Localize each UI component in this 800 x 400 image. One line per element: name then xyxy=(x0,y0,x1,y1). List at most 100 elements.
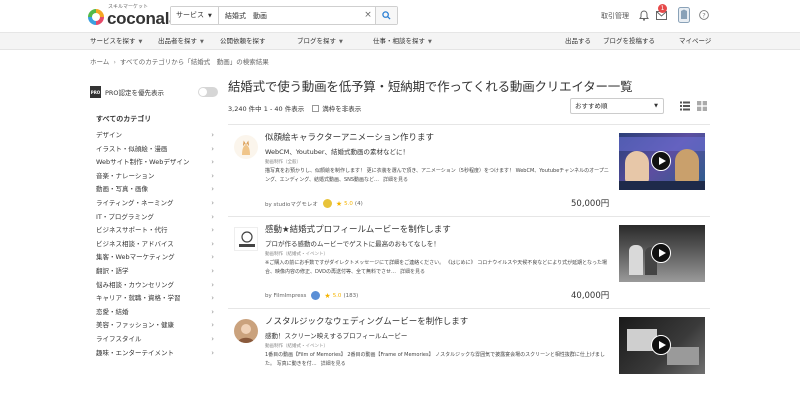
listing-category: 動画制作（全般） xyxy=(265,160,301,165)
profile-photo-icon xyxy=(238,324,254,343)
seller-avatar[interactable] xyxy=(234,135,258,159)
star-icon: ★ xyxy=(324,291,331,300)
nav-find-sellers[interactable]: 出品者を探す ▼ xyxy=(158,33,204,50)
nav-find-requests[interactable]: 公開依頼を探す xyxy=(220,33,266,50)
pro-filter-row: PRO PRO認定を優先表示 xyxy=(90,84,218,100)
list-view-icon[interactable] xyxy=(680,101,690,111)
play-icon[interactable] xyxy=(651,335,671,355)
category-item[interactable]: 翻訳・語学 › xyxy=(96,265,218,279)
listing-body-text: 1番目の動画【Film of Memories】 2番目の動画【Frame of… xyxy=(265,352,605,367)
category-label: ライフスタイル xyxy=(96,334,142,343)
logo-text: coconala xyxy=(107,9,179,28)
read-more-link[interactable]: 詳細を見る xyxy=(321,361,346,367)
chevron-down-icon: ▼ xyxy=(200,39,204,45)
chevron-right-icon: › xyxy=(211,253,214,262)
seller-rank-medal-icon xyxy=(311,291,321,300)
hide-full-checkbox[interactable] xyxy=(312,104,320,112)
breadcrumb-separator-icon: › xyxy=(113,58,116,66)
pro-filter-label: PRO認定を優先表示 xyxy=(105,89,165,97)
preview-video[interactable] xyxy=(619,317,705,374)
seller-avatar[interactable] xyxy=(234,319,258,343)
category-item[interactable]: IT・プログラミング › xyxy=(96,211,218,225)
breadcrumb-home[interactable]: ホーム xyxy=(90,58,109,66)
category-item[interactable]: キャリア・就職・資格・学習 › xyxy=(96,292,218,306)
search-button[interactable] xyxy=(375,7,397,24)
chevron-down-icon: ▼ xyxy=(208,13,212,19)
category-item[interactable]: イラスト・似顔絵・漫画 › xyxy=(96,143,218,157)
category-item[interactable]: ビジネスサポート・代行 › xyxy=(96,224,218,238)
coconala-logo[interactable]: スキルマーケット coconala xyxy=(88,4,179,29)
play-icon[interactable] xyxy=(651,151,671,171)
sort-select[interactable]: おすすめ順 ▼ xyxy=(570,98,664,114)
category-item[interactable]: ビジネス相談・アドバイス › xyxy=(96,238,218,252)
preview-video[interactable] xyxy=(619,133,705,190)
avatar-icon[interactable] xyxy=(678,7,690,23)
nav-post-blog[interactable]: ブログを投稿する xyxy=(603,33,655,50)
category-list: デザイン › イラスト・似顔絵・漫画 › Webサイト制作・Webデザイン › 音楽・… xyxy=(96,129,218,360)
listing-meta: by studioマグモレオ ★ 5.0 (4) xyxy=(265,199,363,208)
seller-avatar[interactable] xyxy=(234,227,258,251)
seller-name[interactable]: by FilmImpress xyxy=(265,293,306,299)
category-item[interactable]: 趣味・エンターテイメント › xyxy=(96,347,218,361)
nav-label: 仕事・相談を探す xyxy=(373,37,425,45)
help-icon[interactable]: ? xyxy=(699,10,709,20)
listing-title[interactable]: 感動★結婚式プロフィールムービーを制作します xyxy=(265,223,451,235)
category-item[interactable]: 集客・Webマーケティング › xyxy=(96,251,218,265)
category-item[interactable]: ライフスタイル › xyxy=(96,333,218,347)
read-more-link[interactable]: 詳細を見る xyxy=(400,269,425,275)
review-count: (183) xyxy=(343,292,359,299)
result-count-row: 3,240 件中 1 - 40 件表示 満枠を非表示 xyxy=(228,103,361,113)
service-listing[interactable]: ノスタルジックなウェディングムービーを制作します 感動！スクリーン映えするプロフ… xyxy=(228,308,710,400)
category-label: キャリア・就職・資格・学習 xyxy=(96,294,181,303)
grid-view-icon[interactable] xyxy=(697,101,707,111)
pro-filter-toggle[interactable] xyxy=(198,87,218,97)
category-label: 趣味・エンターテイメント xyxy=(96,348,174,357)
category-item[interactable]: 美容・ファッション・健康 › xyxy=(96,319,218,333)
nav-sell[interactable]: 出品する xyxy=(565,33,591,50)
category-label: 集客・Webマーケティング xyxy=(96,253,175,262)
chevron-right-icon: › xyxy=(211,266,214,275)
category-item[interactable]: デザイン › xyxy=(96,129,218,143)
nav-find-jobs[interactable]: 仕事・相談を探す ▼ xyxy=(373,33,432,50)
hide-full-label[interactable]: 満枠を非表示 xyxy=(322,103,361,113)
nav-find-services[interactable]: サービスを探す ▼ xyxy=(90,33,142,50)
service-listing[interactable]: 感動★結婚式プロフィールムービーを制作します プロが作る感動のムービーでゲストに… xyxy=(228,216,710,308)
seller-name[interactable]: by studioマグモレオ xyxy=(265,200,318,208)
service-listing[interactable]: 似顔絵キャラクターアニメーション作ります WebCM、Youtuber、結婚式動… xyxy=(228,124,710,216)
listing-body-text: ※ご購入の前にお手数ですがダイレクトメッセージにて詳細をご連絡ください。 《はじ… xyxy=(265,260,608,275)
read-more-link[interactable]: 詳細を見る xyxy=(383,177,408,183)
film-logo-icon xyxy=(239,231,255,247)
listing-title[interactable]: ノスタルジックなウェディングムービーを制作します xyxy=(265,315,468,327)
category-item[interactable]: Webサイト制作・Webデザイン › xyxy=(96,156,218,170)
clear-icon[interactable]: × xyxy=(361,7,375,24)
global-nav: サービスを探す ▼ 出品者を探す ▼ 公開依頼を探す ブログを探す ▼ 仕事・相談を探… xyxy=(0,33,800,50)
nav-mypage[interactable]: マイページ xyxy=(679,33,711,50)
category-heading[interactable]: すべてのカテゴリ xyxy=(96,114,151,124)
bell-icon[interactable] xyxy=(639,10,649,21)
listing-body: ※ご購入の前にお手数ですがダイレクトメッセージにて詳細をご連絡ください。 《はじ… xyxy=(265,259,613,277)
listing-title[interactable]: 似顔絵キャラクターアニメーション作ります xyxy=(265,131,434,143)
preview-video[interactable] xyxy=(619,225,705,282)
category-label: イラスト・似顔絵・漫画 xyxy=(96,144,168,153)
search-category-select[interactable]: サービス ▼ xyxy=(171,7,219,24)
chevron-down-icon: ▼ xyxy=(654,103,658,109)
nav-find-blogs[interactable]: ブログを探す ▼ xyxy=(297,33,343,50)
category-item[interactable]: 悩み相談・カウンセリング › xyxy=(96,279,218,293)
nav-label: 出品者を探す xyxy=(158,37,197,45)
category-label: 音楽・ナレーション xyxy=(96,171,155,180)
review-count: (4) xyxy=(354,200,363,207)
listing-body: 1番目の動画【Film of Memories】 2番目の動画【Frame of… xyxy=(265,351,613,369)
search-input[interactable] xyxy=(219,7,361,24)
purchase-management-link[interactable]: 取引管理 xyxy=(601,8,629,24)
category-item[interactable]: 音楽・ナレーション › xyxy=(96,170,218,184)
category-label: ビジネスサポート・代行 xyxy=(96,226,168,235)
notification-badge: 1 xyxy=(658,4,667,13)
page-title: 結婚式で使う動画を低予算・短納期で作ってくれる動画クリエイター一覧 xyxy=(228,79,633,94)
rating-score: 5.0 xyxy=(332,292,342,299)
category-item[interactable]: 恋愛・結婚 › xyxy=(96,306,218,320)
play-icon[interactable] xyxy=(651,243,671,263)
category-label: IT・プログラミング xyxy=(96,212,154,221)
category-item[interactable]: 動画・写真・画像 › xyxy=(96,183,218,197)
category-item[interactable]: ライティング・ネーミング › xyxy=(96,197,218,211)
nav-label: 公開依頼を探す xyxy=(220,37,266,45)
